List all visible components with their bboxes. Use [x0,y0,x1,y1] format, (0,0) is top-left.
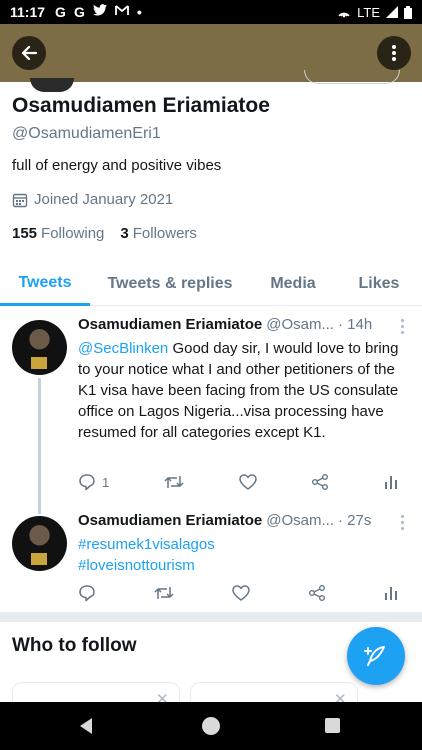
tweet-author: Osamudiamen Eriamiatoe [78,316,263,333]
section-divider [0,612,422,622]
tweet-avatar[interactable] [12,516,67,571]
following-count: 155 [12,225,38,242]
like-button[interactable] [232,585,250,601]
tweet-handle: @Osam... [266,512,334,529]
heart-icon [238,474,257,490]
analytics-icon [385,587,397,600]
tweet-avatar[interactable] [12,320,67,375]
who-to-follow-heading: Who to follow [12,635,137,656]
reply-count: 1 [102,474,110,490]
reply-button[interactable] [78,584,96,602]
tweet-header: Osamudiamen Eriamiatoe @Osam... · 14h [78,316,408,336]
compose-tweet-button[interactable] [347,627,405,685]
status-right: LTE [337,5,412,20]
google-icon: G [55,4,66,20]
analytics-button[interactable] [384,474,398,490]
joined-date: Joined January 2021 [12,191,173,208]
following-label: Following [41,225,105,242]
followers-count: 3 [120,225,129,242]
nav-home-icon[interactable] [202,717,220,735]
joined-label: Joined January 2021 [34,191,174,208]
retweet-icon [164,476,184,488]
twitter-icon [92,4,107,16]
nav-recents-icon[interactable] [325,718,340,733]
tab-tweets[interactable]: Tweets [0,262,90,306]
status-bar: 11:17 G G • LTE [0,0,422,24]
share-button[interactable] [311,473,329,491]
like-button[interactable] [238,474,257,490]
hashtag-link[interactable]: #resumek1visalagos [78,534,400,555]
back-button[interactable] [12,36,46,70]
retweet-button[interactable] [154,585,174,601]
tweet-text: #resumek1visalagos #loveisnottourism [78,534,400,576]
follow-stats: 155 Following 3 Followers [12,225,197,242]
status-time: 11:17 [10,4,46,20]
profile-name: Osamudiamen Eriamiatoe [12,94,270,117]
tab-likes[interactable]: Likes [336,262,422,306]
thread-line [38,378,41,514]
tweet-item[interactable]: Osamudiamen Eriamiatoe @Osam... · 14h @S… [0,316,422,514]
arrow-left-icon [21,45,38,61]
tweet-handle: @Osam... [266,316,334,333]
profile-bio: full of energy and positive vibes [12,157,222,174]
system-navigation-bar [0,702,422,750]
analytics-button[interactable] [384,585,398,601]
followers-label: Followers [132,225,197,242]
followers-link[interactable]: 3 Followers [120,225,197,242]
tweet-more-button[interactable] [396,316,408,336]
battery-icon [404,5,412,19]
hashtag-link[interactable]: #loveisnottourism [78,555,400,576]
reply-icon [79,585,95,602]
compose-feather-icon [364,646,385,666]
tweet-author: Osamudiamen Eriamiatoe [78,512,263,529]
google-circle-icon: G [73,4,85,20]
reply-icon [79,474,95,491]
nav-back-icon[interactable] [80,718,92,734]
profile-handle: @OsamudiamenEri1 [12,125,161,142]
tweet-more-button[interactable] [396,512,408,532]
retweet-icon [154,587,174,599]
tweet-time: · 27s [337,512,372,529]
heart-icon [232,585,250,601]
share-icon [312,474,329,490]
following-link[interactable]: 155 Following [12,225,104,242]
notification-icons: G G • [55,4,142,20]
profile-tabs: Tweets Tweets & replies Media Likes [0,262,422,306]
tweet-text: @SecBlinken Good day sir, I would love t… [78,338,400,443]
gmail-icon [114,5,129,15]
tweet-time: · 14h [337,316,373,333]
share-button[interactable] [308,584,326,602]
calendar-icon [12,193,28,207]
retweet-button[interactable] [164,474,184,490]
tweet-item[interactable]: Osamudiamen Eriamiatoe @Osam... · 27s #r… [0,512,422,612]
dot-icon: • [136,4,142,20]
tweet-actions [78,582,398,604]
tweet-mention[interactable]: @SecBlinken [78,340,168,357]
hotspot-icon [338,12,350,18]
reply-button[interactable]: 1 [78,473,109,491]
analytics-icon [384,476,397,489]
tweet-header: Osamudiamen Eriamiatoe @Osam... · 27s [78,512,408,532]
network-label: LTE [357,4,380,20]
tab-media[interactable]: Media [250,262,336,306]
tab-tweets-replies[interactable]: Tweets & replies [90,262,250,306]
edit-profile-button[interactable] [304,70,400,84]
tweet-actions: 1 [78,471,398,493]
share-icon [309,585,325,601]
signal-icon [386,6,398,18]
more-options-button[interactable] [377,36,411,70]
profile-avatar[interactable] [30,78,74,92]
more-vertical-icon [392,45,396,61]
